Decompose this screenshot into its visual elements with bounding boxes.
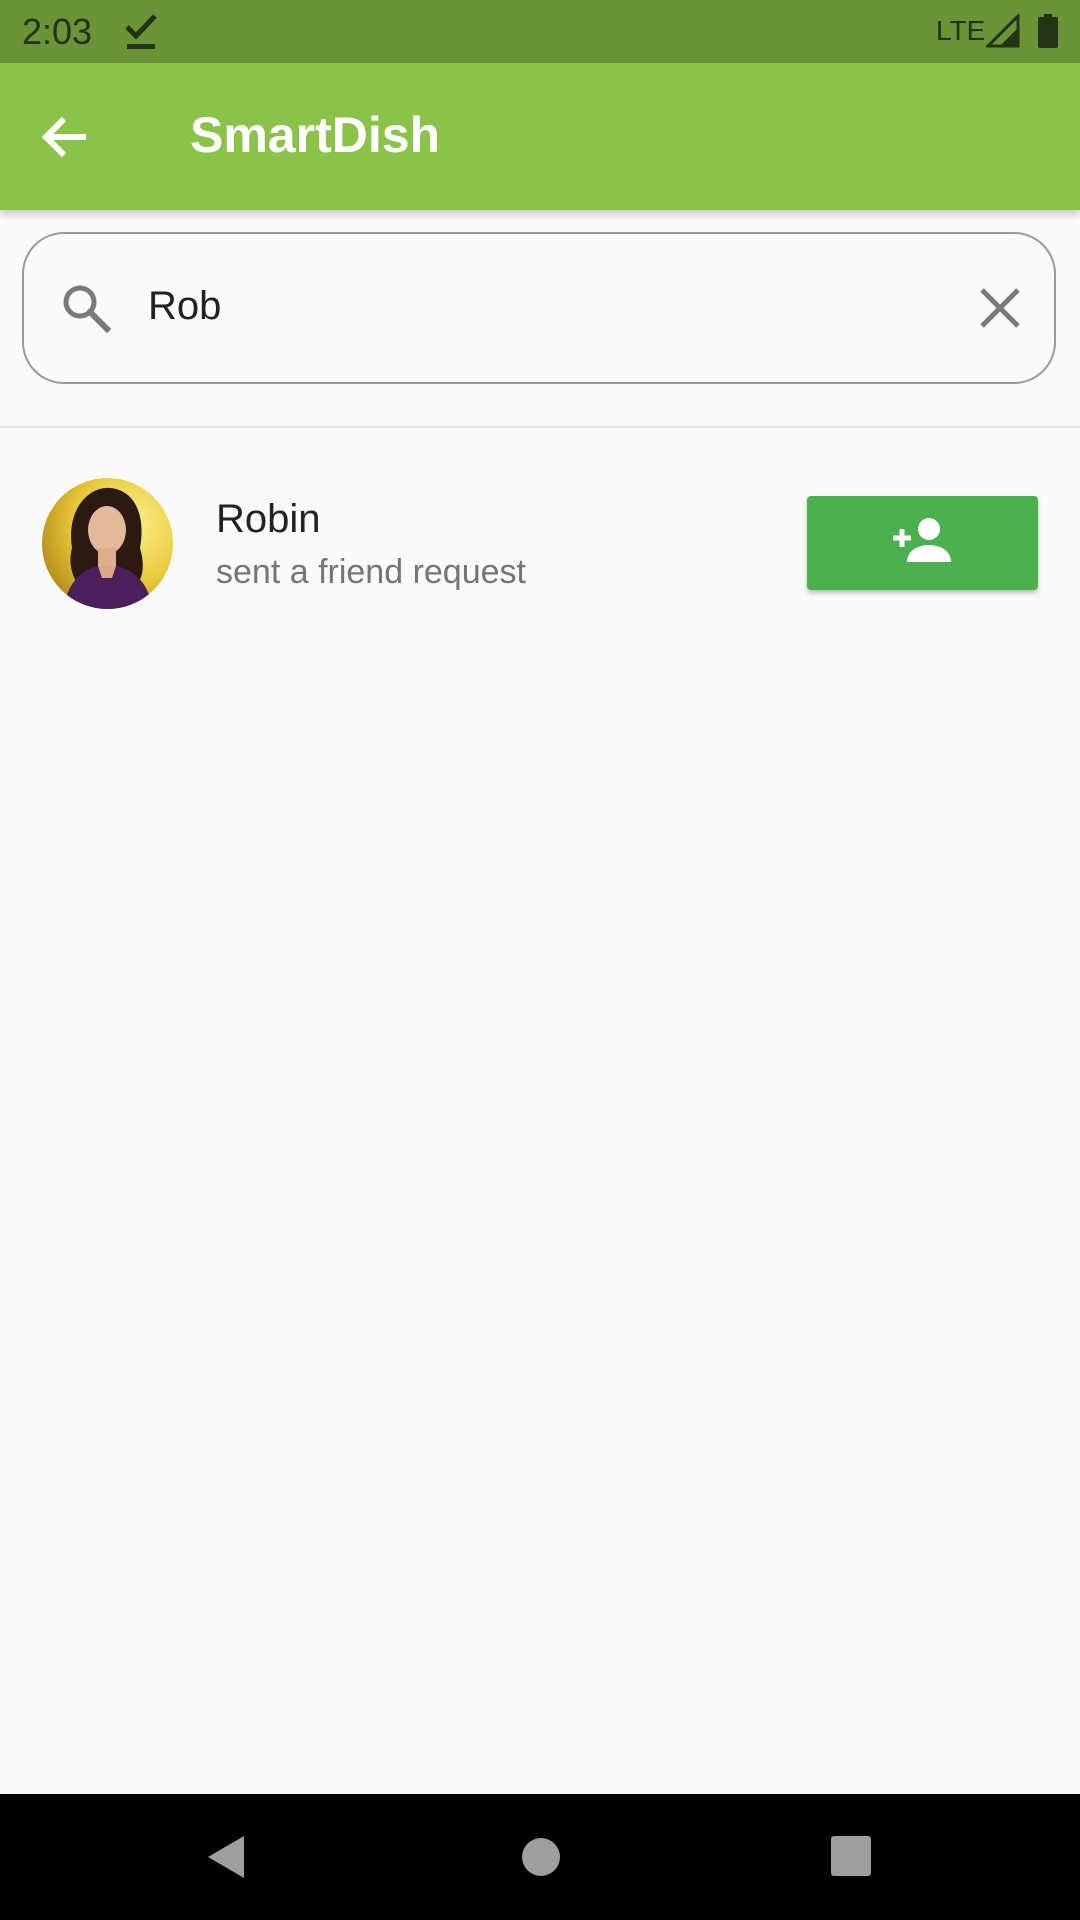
list-item[interactable]: Robin sent a friend request (0, 430, 1080, 656)
search-box (22, 232, 1056, 384)
nav-back-button[interactable] (204, 1834, 248, 1880)
search-input[interactable] (148, 274, 968, 338)
avatar (42, 478, 173, 609)
nav-home-icon (522, 1838, 560, 1876)
search-icon (60, 282, 112, 334)
nav-recents-icon (831, 1836, 871, 1876)
network-type: LTE (936, 15, 986, 46)
nav-back-icon (208, 1836, 244, 1878)
status-bar: 2:03 LTE (0, 0, 1080, 63)
result-subtitle: sent a friend request (216, 553, 526, 591)
add-friend-button[interactable] (807, 496, 1038, 590)
navigation-bar (0, 1794, 1080, 1920)
clear-search-button[interactable] (972, 280, 1028, 336)
signal-icon (984, 12, 1020, 48)
status-time: 2:03 (22, 11, 93, 52)
battery-icon (1038, 14, 1058, 48)
divider (0, 426, 1080, 428)
back-button[interactable] (36, 107, 96, 167)
person-add-icon (893, 518, 951, 562)
arrow-back-icon (41, 116, 86, 158)
screen: 2:03 LTE SmartDish Rob Robin sent a frie… (0, 0, 1080, 1920)
result-name: Robin (216, 497, 321, 541)
app-bar: SmartDish (0, 63, 1080, 210)
nav-recents-button[interactable] (831, 1836, 871, 1876)
close-icon (980, 288, 1020, 328)
nav-home-button[interactable] (520, 1836, 562, 1878)
download-done-icon (124, 12, 158, 50)
app-title: SmartDish (190, 107, 441, 163)
